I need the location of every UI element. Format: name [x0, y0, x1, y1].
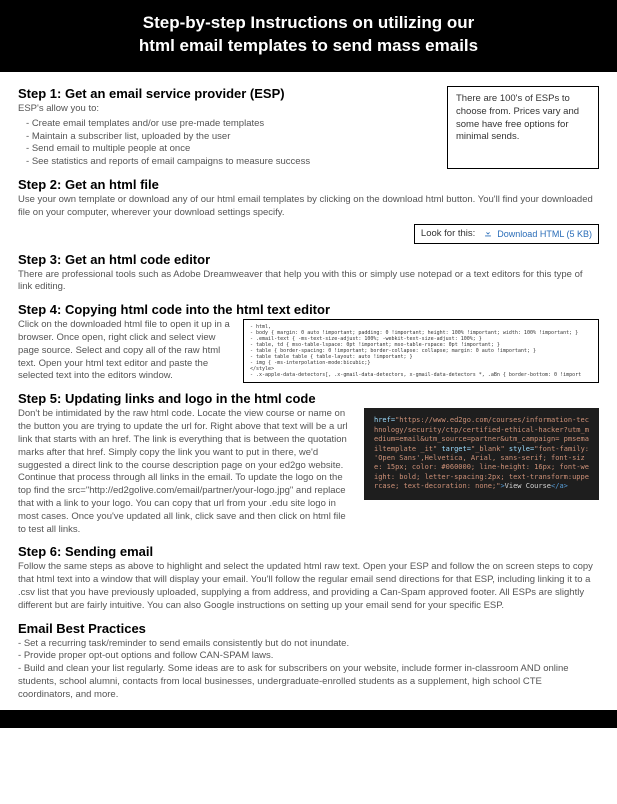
list-item: - Build and clean your list regularly. S… [18, 663, 599, 701]
page-title: Step-by-step Instructions on utilizing o… [10, 12, 607, 58]
step1-intro: ESP's allow you to: [18, 103, 435, 116]
download-html-link[interactable]: Download HTML (5 KB) [483, 228, 592, 240]
step4-codeblock: - html, - body { margin: 0 auto !importa… [243, 319, 599, 383]
look-label: Look for this: [421, 228, 475, 239]
download-icon [483, 228, 493, 240]
step3-body: There are professional tools such as Ado… [18, 269, 599, 295]
step6-body: Follow the same steps as above to highli… [18, 561, 599, 612]
code-inner: View Course [505, 482, 551, 490]
step1-bullets: Create email templates and/or use pre-ma… [18, 118, 435, 169]
step5-heading: Step 5: Updating links and logo in the h… [18, 391, 599, 406]
title-banner: Step-by-step Instructions on utilizing o… [0, 0, 617, 72]
step4-heading: Step 4: Copying html code into the html … [18, 302, 599, 317]
title-line2: html email templates to send mass emails [139, 36, 478, 55]
step6: Step 6: Sending email Follow the same st… [18, 544, 599, 612]
step4-body: Click on the downloaded html file to ope… [18, 319, 233, 383]
title-line1: Step-by-step Instructions on utilizing o… [143, 13, 475, 32]
step5: Step 5: Updating links and logo in the h… [18, 391, 599, 536]
step1: Step 1: Get an email service provider (E… [18, 86, 599, 169]
look-for-box: Look for this: Download HTML (5 KB) [414, 224, 599, 244]
esp-callout: There are 100's of ESPs to choose from. … [447, 86, 599, 169]
download-text: Download HTML (5 KB) [497, 229, 592, 239]
list-item: Maintain a subscriber list, uploaded by … [26, 131, 435, 144]
step3-heading: Step 3: Get an html code editor [18, 252, 599, 267]
list-item: - Provide proper opt-out options and fol… [18, 650, 599, 663]
list-item: See statistics and reports of email camp… [26, 156, 435, 169]
step3: Step 3: Get an html code editor There ar… [18, 252, 599, 295]
best-practices: Email Best Practices - Set a recurring t… [18, 621, 599, 702]
step2-body: Use your own template or download any of… [18, 194, 599, 220]
footer-bar [0, 710, 617, 728]
step2: Step 2: Get an html file Use your own te… [18, 177, 599, 244]
step5-codeblock: href="https://www.ed2go.com/courses/info… [364, 408, 599, 500]
list-item: Send email to multiple people at once [26, 143, 435, 156]
step1-heading: Step 1: Get an email service provider (E… [18, 86, 435, 101]
list-item: Create email templates and/or use pre-ma… [26, 118, 435, 131]
step5-body: Don't be intimidated by the raw html cod… [18, 408, 350, 536]
list-item: - Set a recurring task/reminder to send … [18, 638, 599, 651]
step6-heading: Step 6: Sending email [18, 544, 599, 559]
code-target: _blank [475, 445, 500, 453]
best-heading: Email Best Practices [18, 621, 599, 636]
step2-heading: Step 2: Get an html file [18, 177, 599, 192]
step4: Step 4: Copying html code into the html … [18, 302, 599, 383]
